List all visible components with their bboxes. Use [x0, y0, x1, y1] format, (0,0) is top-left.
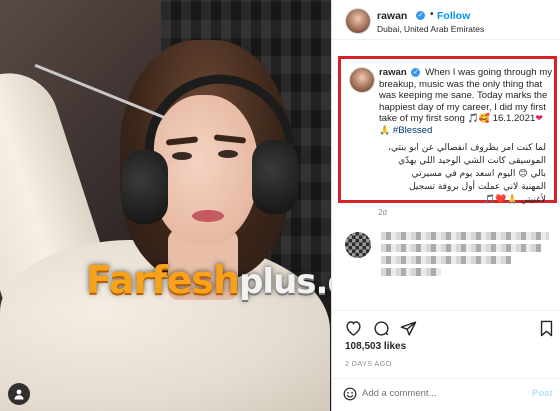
avatar[interactable]	[345, 8, 371, 34]
music-notes-icon: 🎵	[467, 113, 479, 124]
caption-text: rawan ✓ When I was going through my brea…	[379, 67, 553, 137]
verified-badge-icon: ✓	[411, 68, 421, 77]
username[interactable]: rawan	[377, 10, 407, 22]
hugging-face-icon: 🥰	[478, 113, 490, 124]
headphones-cup-left	[122, 150, 168, 224]
post-header: rawan ✓ • Follow Dubai, United Arab Emir…	[332, 0, 560, 40]
post-comment-button[interactable]: Post	[532, 388, 553, 399]
likes-count[interactable]: 108,503 likes	[345, 341, 406, 352]
action-bar	[332, 310, 560, 340]
separator-dot: •	[430, 9, 434, 20]
post-timestamp[interactable]: 2 DAYS AGO	[345, 359, 392, 368]
speech-bubble-icon[interactable]	[372, 319, 390, 337]
comment-input[interactable]	[362, 388, 522, 399]
caption-username[interactable]: rawan	[379, 67, 407, 78]
headphones-cup-right	[252, 140, 298, 214]
caption-date: 16.1.2021	[492, 113, 536, 125]
smiley-icon[interactable]	[343, 387, 357, 406]
comment-bar: Post	[332, 378, 560, 411]
watermark-logo: Farfeshplus.com	[86, 258, 331, 302]
verified-badge-icon: ✓	[416, 11, 425, 20]
pixelated-avatar	[345, 232, 371, 258]
paper-plane-icon[interactable]	[399, 319, 417, 337]
location-link[interactable]: Dubai, United Arab Emirates	[377, 24, 484, 34]
post-photo[interactable]: Farfeshplus.com	[0, 0, 331, 411]
hashtag-link[interactable]: #Blessed	[393, 125, 432, 136]
follow-button[interactable]: Follow	[437, 10, 470, 22]
bookmark-icon[interactable]	[537, 319, 555, 337]
person-tag-icon[interactable]	[8, 383, 30, 405]
heart-icon[interactable]	[344, 319, 362, 337]
pixelated-comment	[345, 230, 553, 290]
praying-hands-icon: 🙏	[379, 124, 391, 135]
caption-age: 2d	[378, 208, 387, 217]
caption-highlight-box: rawan ✓ When I was going through my brea…	[338, 56, 557, 205]
caption-arabic: لما كنت امر بظروف انفصالي عن ابو بنتي، ا…	[388, 143, 546, 205]
post-panel: rawan ✓ • Follow Dubai, United Arab Emir…	[331, 0, 560, 411]
caption-avatar[interactable]	[349, 67, 375, 93]
heart-icon: ❤	[535, 113, 543, 124]
